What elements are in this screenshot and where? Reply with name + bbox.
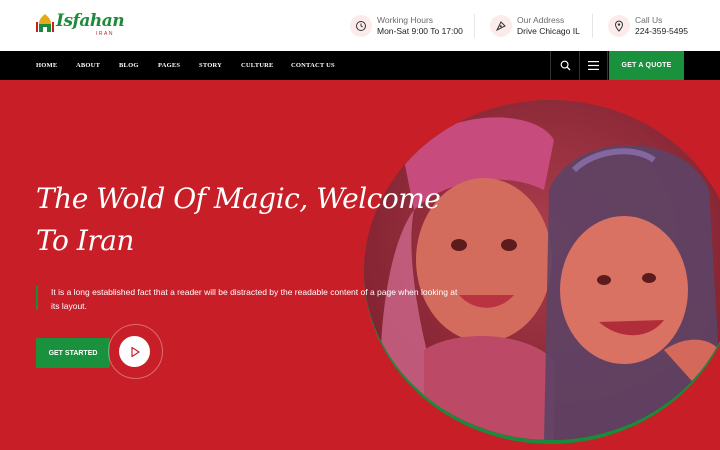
logo-text: Isfahan [56, 11, 125, 31]
location-icon [608, 15, 630, 37]
call-label: Call Us [635, 15, 663, 25]
get-started-button[interactable]: GET STARTED [36, 338, 110, 368]
map-pin-icon [490, 15, 512, 37]
call-info[interactable]: Call Us 224-359-5495 [608, 14, 688, 38]
nav-item-culture[interactable]: CULTURE [241, 51, 274, 80]
hero-description: It is a long established fact that a rea… [51, 287, 458, 311]
working-hours-info: Working Hours Mon-Sat 9:00 To 17:00 [350, 14, 463, 38]
divider [474, 14, 475, 38]
hero-image [364, 100, 720, 440]
address-info: Our Address Drive Chicago IL [490, 14, 580, 38]
address-value: Drive Chicago IL [517, 26, 580, 36]
working-hours-label: Working Hours [377, 15, 434, 25]
hero-title: The Wold Of Magic, Welcome To Iran [36, 182, 441, 257]
divider [592, 14, 593, 38]
get-a-quote-button[interactable]: GET A QUOTE [609, 51, 684, 80]
nav-item-blog[interactable]: BLOG [119, 51, 139, 80]
search-icon [560, 60, 570, 71]
clock-icon [350, 15, 372, 37]
logo[interactable]: Isfahan IRAN [36, 11, 125, 38]
nav-item-home[interactable]: HOME [36, 51, 57, 80]
play-icon [130, 346, 140, 357]
menu-button[interactable] [579, 51, 608, 80]
nav-item-story[interactable]: STORY [199, 51, 222, 80]
nav-item-contact[interactable]: CONTACT US [291, 51, 335, 80]
hero-section: The Wold Of Magic, Welcome To Iran It is… [0, 80, 720, 450]
working-hours-value: Mon-Sat 9:00 To 17:00 [377, 26, 463, 36]
address-label: Our Address [517, 15, 565, 25]
accent-bar [36, 286, 38, 310]
logo-tagline: IRAN [96, 31, 114, 37]
nav-item-pages[interactable]: PAGES [158, 51, 180, 80]
play-video-button[interactable] [119, 336, 150, 367]
search-button[interactable] [550, 51, 579, 80]
mosque-icon [36, 12, 54, 34]
nav-item-about[interactable]: ABOUT [76, 51, 100, 80]
call-value[interactable]: 224-359-5495 [635, 26, 688, 37]
hero-image-frame [364, 100, 720, 444]
hamburger-icon [588, 61, 599, 70]
top-header: Isfahan IRAN Working Hours Mon-Sat 9:00 … [0, 0, 720, 51]
